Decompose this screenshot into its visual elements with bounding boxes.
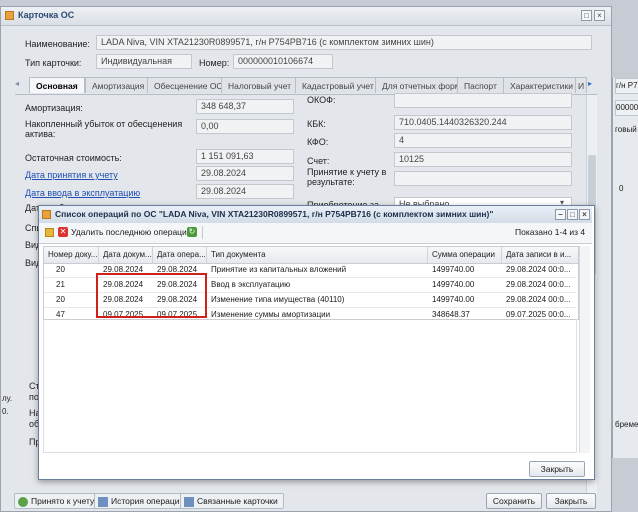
- minimize-icon[interactable]: –: [555, 209, 566, 220]
- residual-value-label: Остаточная стоимость:: [25, 153, 122, 163]
- maximize-icon[interactable]: □: [581, 10, 592, 21]
- number-field[interactable]: 000000010106674: [233, 54, 333, 69]
- peek-field-2: 0000001: [615, 100, 638, 116]
- tab-tax-accounting[interactable]: Налоговый учет: [221, 77, 299, 93]
- dialog-icon: [42, 210, 51, 219]
- dialog-toolbar: ✕ Удалить последнюю операцию ↻ Показано …: [39, 223, 592, 244]
- kbk-field[interactable]: 710.0405.1440326320.244: [394, 115, 572, 130]
- table-scrollbar[interactable]: [579, 246, 590, 453]
- tab-scroll-left-icon[interactable]: ◂: [15, 79, 25, 92]
- cell-doc-type: Ввод в эксплуатацию: [211, 280, 291, 289]
- operations-dialog: Список операций по ОС "LADA Niva, VIN XT…: [38, 205, 595, 480]
- cell-record-date: 29.08.2024 00:0...: [506, 265, 571, 274]
- cell-doc-number: 21: [56, 280, 65, 289]
- history-label: История операций: [111, 496, 185, 506]
- delete-last-operation-button[interactable]: Удалить последнюю операцию: [71, 227, 193, 237]
- peek-field-1: г/н Р754: [615, 78, 638, 94]
- okof-field[interactable]: [394, 93, 572, 108]
- tab-amortization[interactable]: Амортизация: [85, 77, 152, 93]
- linked-cards-label: Связанные карточки: [197, 496, 278, 506]
- linked-cards-button[interactable]: Связанные карточки: [180, 493, 284, 509]
- kfo-label: КФО:: [307, 137, 329, 147]
- tab-main[interactable]: Основная: [29, 77, 85, 93]
- cell-doc-type: Изменение типа имущества (40110): [211, 295, 345, 304]
- tab-scroll-right-icon[interactable]: ▸: [588, 79, 597, 92]
- close-card-button[interactable]: Закрыть: [546, 493, 596, 509]
- cell-doc-number: 20: [56, 265, 65, 274]
- accept-date-field[interactable]: 29.08.2024: [196, 166, 294, 181]
- status-icon: [18, 496, 28, 507]
- window-title: Карточка ОС: [18, 10, 75, 20]
- shown-count: Показано 1-4 из 4: [515, 227, 586, 237]
- tab-cadastral[interactable]: Кадастровый учет: [295, 77, 381, 93]
- account-field[interactable]: 10125: [394, 152, 572, 167]
- cell-record-date: 29.08.2024 00:0...: [506, 280, 571, 289]
- edge-text-2: 0.: [2, 407, 9, 416]
- cards-icon: [184, 496, 194, 507]
- result-field[interactable]: [394, 171, 572, 186]
- col-amount[interactable]: Сумма операции: [428, 247, 502, 263]
- delete-icon[interactable]: ✕: [58, 227, 68, 237]
- account-label: Счет:: [307, 156, 330, 166]
- okof-label: ОКОФ:: [307, 95, 336, 105]
- cell-amount: 1499740.00: [432, 280, 475, 289]
- background-window: г/н Р754 0000001 говый уч 0 бременн: [612, 78, 638, 458]
- edit-icon[interactable]: [45, 228, 54, 237]
- tab-report-forms[interactable]: Для отчетных форм: [375, 77, 468, 93]
- dialog-maximize-icon[interactable]: □: [567, 209, 578, 220]
- accept-date-link[interactable]: Дата принятия к учету: [25, 170, 118, 180]
- table-empty-area: [43, 319, 577, 453]
- amortization-label: Амортизация:: [25, 103, 83, 113]
- save-button[interactable]: Сохранить: [486, 493, 542, 509]
- impairment-loss-label: Накопленный убыток от обесценения актива…: [25, 119, 183, 139]
- card-icon: [5, 11, 14, 20]
- close-icon[interactable]: ×: [594, 10, 605, 21]
- cell-amount: 1499740.00: [432, 265, 475, 274]
- peek-text-5: бременн: [615, 420, 638, 429]
- col-doc-date[interactable]: Дата докум...: [99, 247, 153, 263]
- list-icon: [98, 496, 108, 507]
- edge-text-1: лу.: [2, 394, 13, 403]
- amortization-field: 348 648,37: [196, 99, 294, 114]
- cell-amount: 1499740.00: [432, 295, 475, 304]
- window-title-bar: Карточка ОС □ ×: [1, 7, 611, 26]
- col-doc-type[interactable]: Тип документа: [207, 247, 428, 263]
- tab-impairment[interactable]: Обесценение ОС: [147, 77, 230, 93]
- col-op-date[interactable]: Дата опера...: [153, 247, 207, 263]
- commission-date-link[interactable]: Дата ввода в эксплуатацию: [25, 188, 140, 198]
- highlight-box: [96, 273, 207, 318]
- card-type-label: Тип карточки:: [25, 58, 82, 68]
- residual-value-field: 1 151 091,63: [196, 149, 294, 164]
- dialog-title: Список операций по ОС "LADA Niva, VIN XT…: [55, 209, 494, 219]
- toolbar-divider: [202, 226, 203, 239]
- name-label: Наименование:: [25, 39, 90, 49]
- col-doc-number[interactable]: Номер доку...: [44, 247, 99, 263]
- refresh-icon[interactable]: ↻: [187, 227, 197, 237]
- peek-text-3: говый уч: [615, 125, 638, 134]
- peek-text-4: 0: [619, 184, 624, 193]
- cell-doc-number: 20: [56, 295, 65, 304]
- card-type-field[interactable]: Индивидуальная: [96, 54, 192, 69]
- commission-date-field[interactable]: 29.08.2024: [196, 184, 294, 199]
- tab-more[interactable]: И: [575, 77, 587, 93]
- close-dialog-button[interactable]: Закрыть: [529, 461, 585, 477]
- cell-doc-type: Принятие из капитальных вложений: [211, 265, 347, 274]
- dialog-title-bar: Список операций по ОС "LADA Niva, VIN XT…: [39, 206, 592, 223]
- accepted-label: Принято к учету: [31, 496, 95, 506]
- kbk-label: КБК:: [307, 119, 326, 129]
- impairment-loss-field[interactable]: 0,00: [196, 119, 294, 134]
- accepted-button[interactable]: Принято к учету: [14, 493, 101, 509]
- name-field[interactable]: LADA Niva, VIN XTA21230R0899571, г/н Р75…: [96, 35, 592, 50]
- history-button[interactable]: История операций: [94, 493, 191, 509]
- table-header: Номер доку... Дата докум... Дата опера..…: [44, 247, 578, 264]
- dialog-close-icon[interactable]: ×: [579, 209, 590, 220]
- col-record-date[interactable]: Дата записи в и...: [502, 247, 578, 263]
- tab-passport[interactable]: Паспорт: [457, 77, 504, 93]
- kfo-field[interactable]: 4: [394, 133, 572, 148]
- cell-record-date: 29.08.2024 00:0...: [506, 295, 571, 304]
- number-label: Номер:: [199, 58, 230, 68]
- result-label: Принятие к учету в результате:: [307, 167, 387, 187]
- tab-characteristics[interactable]: Характеристики: [503, 77, 581, 93]
